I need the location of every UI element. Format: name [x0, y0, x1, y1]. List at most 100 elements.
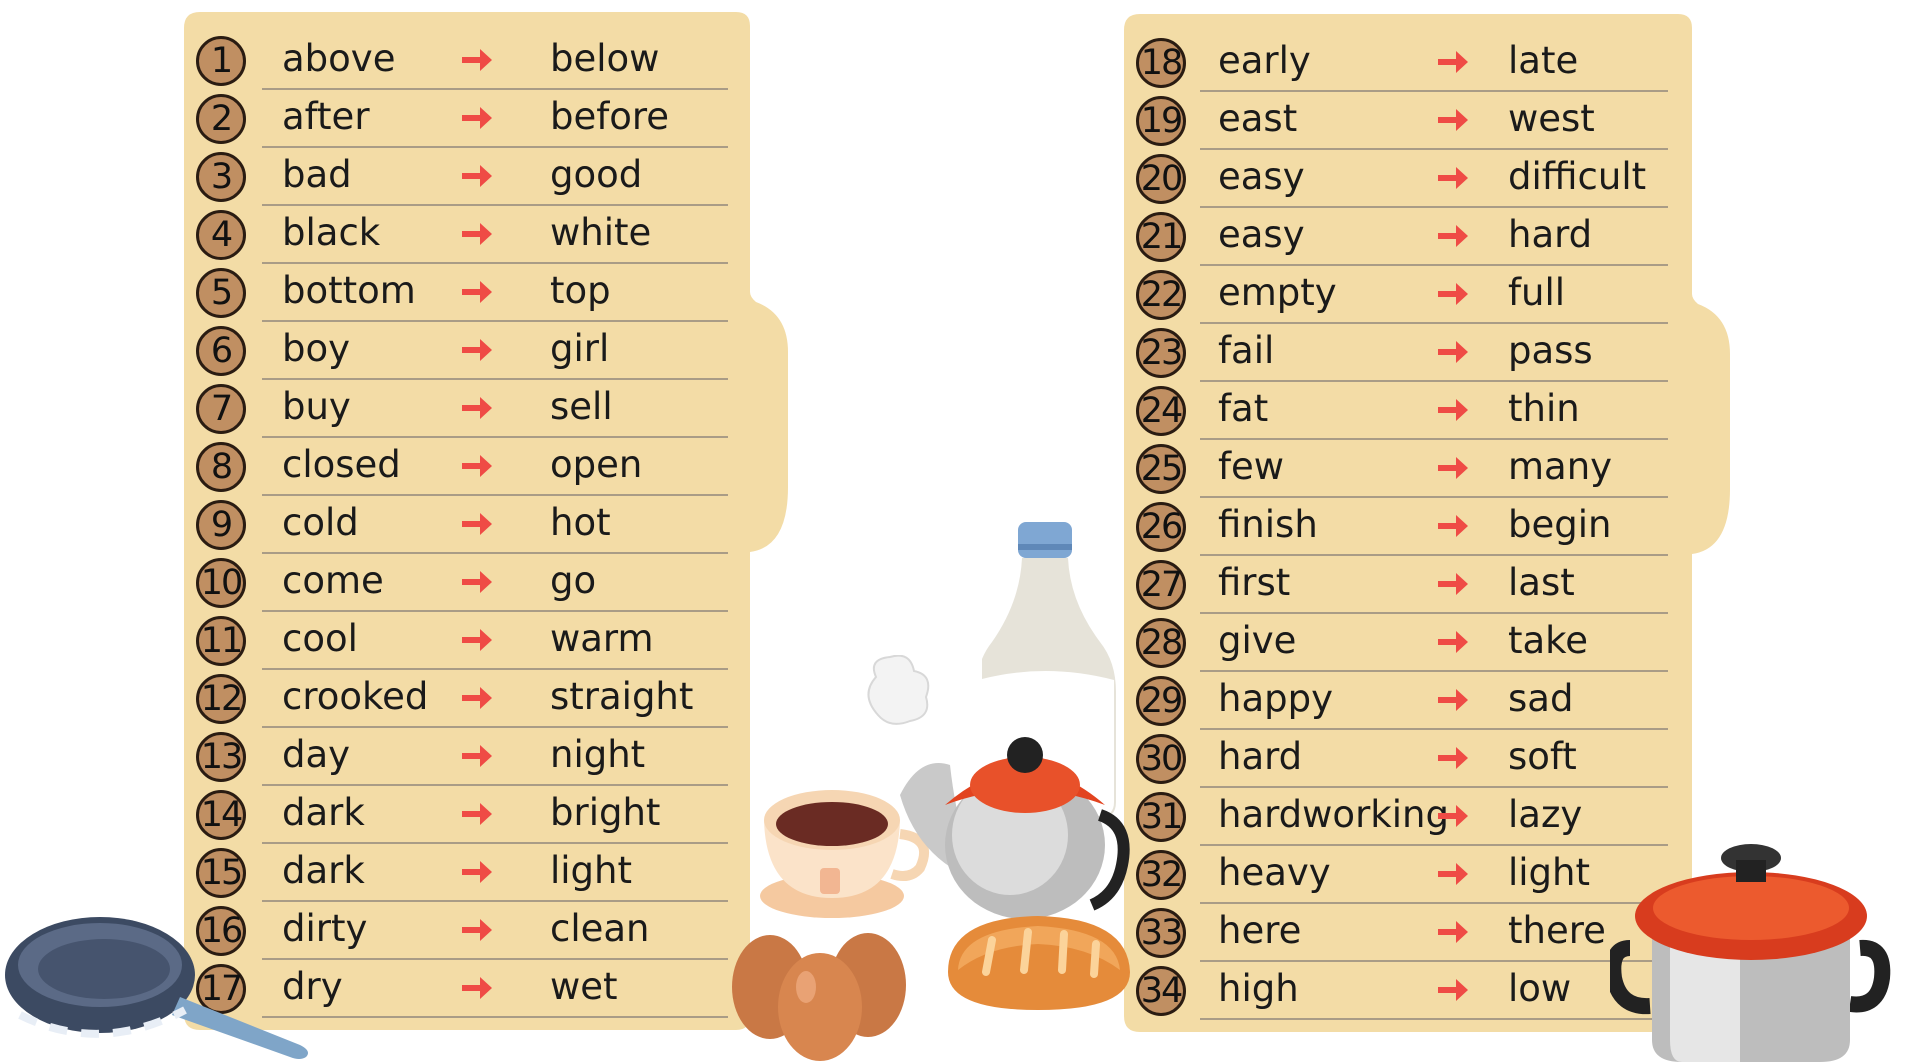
- item-number-badge: 11: [196, 616, 246, 666]
- item-number-badge: 26: [1136, 502, 1186, 552]
- word: come: [282, 559, 384, 602]
- item-number-badge: 19: [1136, 96, 1186, 146]
- opposite-word: clean: [550, 907, 650, 950]
- opposite-word: sell: [550, 385, 613, 428]
- item-number-badge: 2: [196, 94, 246, 144]
- word: fail: [1218, 329, 1275, 372]
- item-number-badge: 18: [1136, 38, 1186, 88]
- right-arrow-icon: [462, 223, 492, 245]
- word-pair-row: 4 black white: [184, 206, 750, 264]
- word-pair-row: 32 heavy light: [1124, 846, 1690, 904]
- right-arrow-icon: [462, 513, 492, 535]
- word: crooked: [282, 675, 429, 718]
- opposite-word: hot: [550, 501, 611, 544]
- opposite-word: full: [1508, 271, 1566, 314]
- right-arrow-icon: [462, 49, 492, 71]
- item-number-badge: 23: [1136, 328, 1186, 378]
- word-pair-row: 12 crooked straight: [184, 670, 750, 728]
- word-pair-row: 34 high low: [1124, 962, 1690, 1020]
- word: cool: [282, 617, 358, 660]
- word: empty: [1218, 271, 1337, 314]
- opposite-word: difficult: [1508, 155, 1647, 198]
- opposite-word: below: [550, 37, 660, 80]
- item-number-badge: 7: [196, 384, 246, 434]
- item-number-badge: 10: [196, 558, 246, 608]
- right-arrow-icon: [1438, 225, 1468, 247]
- right-arrow-icon: [462, 977, 492, 999]
- word: easy: [1218, 213, 1305, 256]
- item-number-badge: 25: [1136, 444, 1186, 494]
- right-arrow-icon: [462, 339, 492, 361]
- item-number-badge: 12: [196, 674, 246, 724]
- word: here: [1218, 909, 1302, 952]
- item-number-badge: 28: [1136, 618, 1186, 668]
- right-arrow-icon: [1438, 805, 1468, 827]
- right-arrow-icon: [1438, 51, 1468, 73]
- cooking-pot-icon: [1610, 844, 1891, 1062]
- word-pair-row: 29 happy sad: [1124, 672, 1690, 730]
- item-number-badge: 31: [1136, 792, 1186, 842]
- item-number-badge: 14: [196, 790, 246, 840]
- right-arrow-icon: [462, 687, 492, 709]
- opposite-word: lazy: [1508, 793, 1583, 836]
- word-pair-row: 28 give take: [1124, 614, 1690, 672]
- word: dark: [282, 791, 365, 834]
- word-pair-row: 3 bad good: [184, 148, 750, 206]
- item-number-badge: 30: [1136, 734, 1186, 784]
- word-pair-row: 33 here there: [1124, 904, 1690, 962]
- right-arrow-icon: [462, 745, 492, 767]
- item-number-badge: 33: [1136, 908, 1186, 958]
- opposite-word: take: [1508, 619, 1589, 662]
- left-word-panel: 1 above below 2 after before 3 bad good 4 black whi…: [184, 12, 790, 1030]
- right-arrow-icon: [1438, 979, 1468, 1001]
- opposite-word: top: [550, 269, 611, 312]
- word-pair-row: 9 cold hot: [184, 496, 750, 554]
- opposite-word: sad: [1508, 677, 1574, 720]
- right-arrow-icon: [1438, 399, 1468, 421]
- word: finish: [1218, 503, 1318, 546]
- word: bottom: [282, 269, 416, 312]
- opposite-word: west: [1508, 97, 1595, 140]
- opposite-word: wet: [550, 965, 618, 1008]
- opposite-word: white: [550, 211, 652, 254]
- right-arrow-icon: [462, 861, 492, 883]
- opposite-word: bright: [550, 791, 661, 834]
- opposite-word: good: [550, 153, 643, 196]
- word-pair-row: 2 after before: [184, 90, 750, 148]
- opposite-word: light: [1508, 851, 1591, 894]
- right-arrow-icon: [1438, 573, 1468, 595]
- word-pair-row: 6 boy girl: [184, 322, 750, 380]
- word-pair-row: 20 easy difficult: [1124, 150, 1690, 208]
- word-pair-row: 23 fail pass: [1124, 324, 1690, 382]
- item-number-badge: 20: [1136, 154, 1186, 204]
- word: few: [1218, 445, 1285, 488]
- word: east: [1218, 97, 1298, 140]
- word: buy: [282, 385, 351, 428]
- item-number-badge: 9: [196, 500, 246, 550]
- word: fat: [1218, 387, 1269, 430]
- word: bad: [282, 153, 352, 196]
- opposite-word: late: [1508, 39, 1579, 82]
- right-arrow-icon: [1438, 109, 1468, 131]
- word-pair-row: 30 hard soft: [1124, 730, 1690, 788]
- right-arrow-icon: [462, 107, 492, 129]
- item-number-badge: 27: [1136, 560, 1186, 610]
- word-pair-row: 1 above below: [184, 32, 750, 90]
- word-pair-row: 10 come go: [184, 554, 750, 612]
- right-arrow-icon: [1438, 863, 1468, 885]
- opposite-word: last: [1508, 561, 1575, 604]
- bread-icon: [948, 916, 1130, 1010]
- word-pair-row: 11 cool warm: [184, 612, 750, 670]
- word: closed: [282, 443, 401, 486]
- right-arrow-icon: [1438, 283, 1468, 305]
- item-number-badge: 4: [196, 210, 246, 260]
- word: dark: [282, 849, 365, 892]
- word: high: [1218, 967, 1299, 1010]
- word-pair-row: 25 few many: [1124, 440, 1690, 498]
- opposite-word: before: [550, 95, 670, 138]
- word: after: [282, 95, 370, 138]
- word-pair-row: 26 finish begin: [1124, 498, 1690, 556]
- right-arrow-icon: [1438, 631, 1468, 653]
- opposite-word: light: [550, 849, 633, 892]
- word: hardworking: [1218, 793, 1449, 836]
